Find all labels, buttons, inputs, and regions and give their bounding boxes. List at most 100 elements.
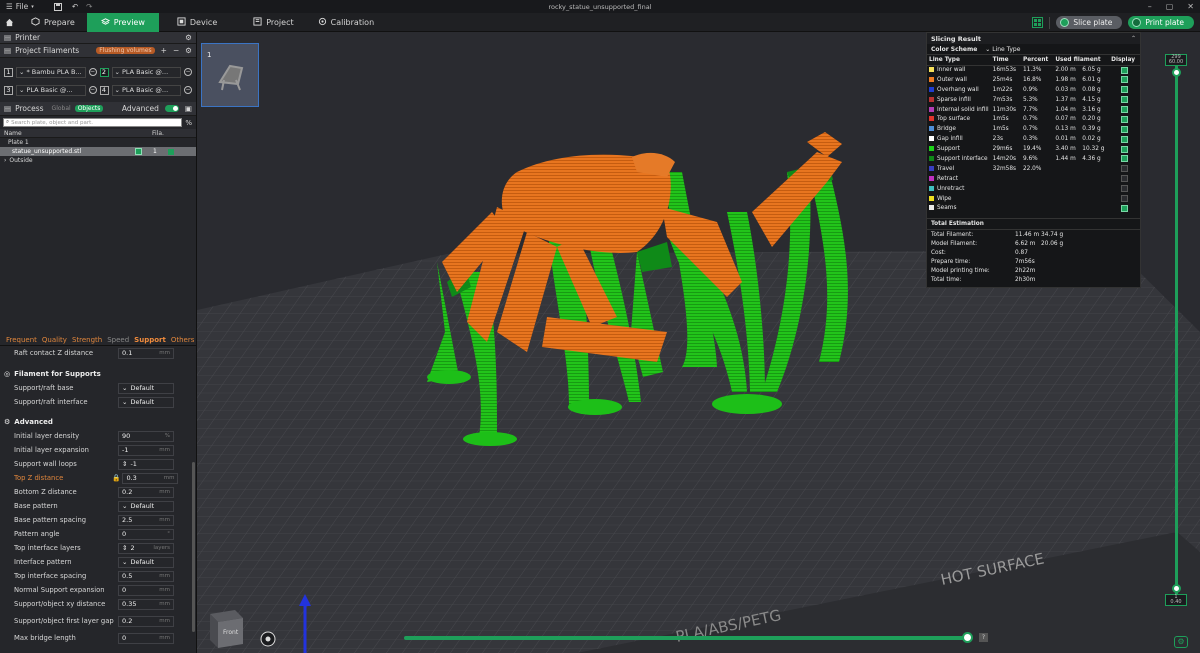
ptab-quality[interactable]: Quality — [42, 336, 67, 344]
param-input[interactable]: 0.35 mm — [118, 598, 174, 610]
param-input[interactable]: 2.5 mm — [118, 514, 174, 526]
slice-plate-button[interactable]: Slice plate — [1056, 16, 1123, 29]
params-scrollbar[interactable] — [192, 462, 195, 632]
object-search-input[interactable]: ⌕ Search plate, object and part. — [3, 118, 183, 127]
advanced-switch[interactable] — [164, 105, 179, 112]
param-input[interactable]: 0.2 mm — [118, 486, 174, 498]
ptab-strength[interactable]: Strength — [72, 336, 102, 344]
help-icon[interactable]: ? — [979, 633, 988, 642]
filament-select[interactable]: ⌄ PLA Basic @... — [111, 66, 181, 78]
stepper-icon[interactable]: ⇕ — [122, 460, 127, 468]
flushing-volumes-button[interactable]: Flushing volumes — [96, 47, 155, 54]
stepper-icon[interactable]: ⇕ — [122, 544, 127, 552]
copy-icon[interactable]: ▣ — [185, 104, 192, 113]
param-select[interactable]: ⌄ Default — [118, 382, 174, 394]
display-checkbox[interactable] — [1121, 204, 1129, 212]
display-checkbox[interactable] — [1121, 125, 1129, 133]
close-icon[interactable]: ✕ — [1187, 0, 1194, 13]
print-plate-button[interactable]: Print plate — [1128, 16, 1194, 29]
param-input[interactable]: 0 ° — [118, 528, 174, 540]
param-input[interactable]: 0 mm — [118, 584, 174, 596]
param-input[interactable]: 0.2 mm — [118, 615, 174, 627]
tab-project[interactable]: Project — [241, 13, 305, 32]
display-checkbox[interactable] — [1121, 66, 1129, 74]
param-input[interactable]: -1 mm — [118, 444, 174, 456]
multi-plate-icon[interactable] — [1032, 17, 1044, 28]
view-cube[interactable]: Front — [210, 610, 243, 648]
slicing-result-header[interactable]: Slicing Result ⌃ — [927, 33, 1140, 44]
display-checkbox[interactable] — [1121, 175, 1129, 183]
printer-settings-gear-icon[interactable]: ⚙ — [185, 33, 192, 42]
display-checkbox[interactable] — [1121, 135, 1129, 143]
display-checkbox[interactable] — [1121, 185, 1129, 193]
layer-top-handle[interactable] — [1172, 68, 1181, 77]
percent-icon[interactable]: % — [185, 119, 192, 127]
tab-device[interactable]: Device — [165, 13, 229, 32]
viewport-settings-icon[interactable]: ⚙ — [1174, 636, 1188, 648]
param-input[interactable]: 0.3 mm — [122, 472, 179, 484]
filament-gear-icon[interactable]: ⚙ — [185, 46, 192, 55]
collapse-icon[interactable]: ⌃ — [1131, 35, 1136, 42]
ptab-speed[interactable]: Speed — [107, 336, 129, 344]
display-checkbox[interactable] — [1121, 165, 1129, 173]
tab-calibration[interactable]: Calibration — [306, 13, 387, 32]
filament-slot-1[interactable]: 1 ⌄ * Bambu PLA B... − — [4, 66, 97, 78]
plate-row[interactable]: Plate 1 — [0, 138, 196, 147]
filament-slot-3[interactable]: 3 ⌄ PLA Basic @... − — [4, 84, 97, 96]
printer-section-header[interactable]: ▤ Printer ⚙ — [0, 32, 196, 44]
param-input[interactable]: ⇕ 2 layers — [118, 542, 174, 554]
redo-icon[interactable]: ↷ — [86, 2, 92, 11]
param-input[interactable]: ⌄ Default — [118, 500, 174, 512]
maximize-icon[interactable]: ▢ — [1166, 0, 1174, 13]
filament-edit-icon[interactable]: − — [184, 68, 192, 76]
objects-toggle[interactable]: Objects — [74, 105, 104, 112]
filament-edit-icon[interactable]: − — [184, 86, 192, 94]
display-checkbox[interactable] — [1121, 145, 1129, 153]
display-checkbox[interactable] — [1121, 86, 1129, 94]
param-input[interactable]: 0 mm — [118, 632, 174, 644]
param-input[interactable]: ⌄ Default — [118, 556, 174, 568]
tab-prepare[interactable]: Prepare — [19, 13, 87, 32]
filament-edit-icon[interactable]: − — [88, 86, 97, 94]
move-slider-handle[interactable] — [962, 632, 973, 643]
param-input[interactable]: 90% — [118, 430, 174, 442]
add-filament-icon[interactable]: + — [161, 46, 167, 55]
object-row[interactable]: statue_unsupported.stl 1 — [0, 147, 196, 156]
fit-view-icon[interactable] — [260, 631, 276, 647]
object-visible-checkbox[interactable] — [135, 148, 142, 155]
display-checkbox[interactable] — [1121, 115, 1129, 123]
display-checkbox[interactable] — [1121, 106, 1129, 113]
tab-preview[interactable]: Preview — [86, 12, 159, 32]
filament-select[interactable]: ⌄ PLA Basic @... — [16, 84, 86, 96]
move-slider[interactable]: ? — [404, 632, 988, 644]
filament-edit-icon[interactable]: − — [88, 68, 97, 76]
display-checkbox[interactable] — [1121, 76, 1129, 84]
param-input[interactable]: ⇕ -1 — [118, 458, 174, 470]
param-input[interactable]: 0.5 mm — [118, 570, 174, 582]
outside-row[interactable]: › Outside — [0, 156, 196, 165]
param-input[interactable]: 0.1 mm — [118, 347, 174, 359]
param-select[interactable]: ⌄ Default — [118, 396, 174, 408]
remove-filament-icon[interactable]: − — [173, 46, 179, 55]
file-menu[interactable]: ☰ File ▾ — [6, 2, 34, 11]
layer-bottom-handle[interactable] — [1172, 584, 1181, 593]
layer-slider[interactable]: 299 60.00 1 0.40 — [1165, 54, 1187, 614]
display-checkbox[interactable] — [1121, 195, 1129, 203]
lock-icon[interactable]: 🔒 — [112, 474, 120, 482]
filament-slot-4[interactable]: 4 ⌄ PLA Basic @... − — [99, 84, 192, 96]
undo-icon[interactable]: ↶ — [72, 2, 78, 11]
filament-slot-2[interactable]: 2 ⌄ PLA Basic @... − — [99, 66, 192, 78]
home-icon[interactable] — [0, 13, 19, 32]
color-scheme-select[interactable]: ⌄ Line Type — [985, 46, 1020, 53]
plate-thumbnail[interactable]: 1 — [201, 43, 259, 107]
display-checkbox[interactable] — [1121, 96, 1129, 104]
ptab-support[interactable]: Support — [134, 336, 166, 344]
ptab-frequent[interactable]: Frequent — [6, 336, 37, 344]
minimize-icon[interactable]: – — [1148, 0, 1152, 13]
3d-viewport[interactable]: HOT SURFACE PLA/ABS/PETG 1 Slicing Resul… — [197, 32, 1200, 653]
ptab-others[interactable]: Others — [171, 336, 195, 344]
display-checkbox[interactable] — [1121, 155, 1129, 163]
save-icon[interactable] — [53, 2, 62, 11]
filament-select[interactable]: ⌄ PLA Basic @... — [111, 84, 181, 96]
global-toggle[interactable]: Global — [52, 105, 71, 112]
